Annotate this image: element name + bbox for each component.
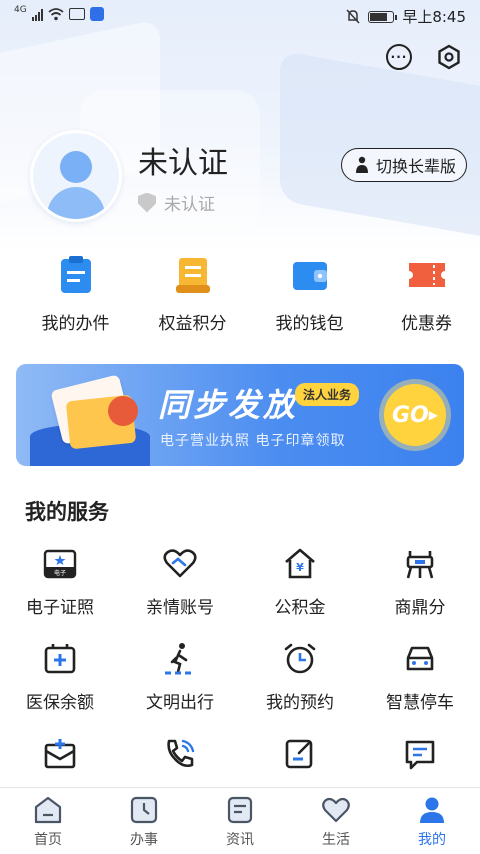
signal-icon <box>31 8 43 21</box>
id-card-badge: 电子 <box>54 569 66 577</box>
elder-mode-label: 切换长辈版 <box>375 157 456 176</box>
tab-label: 生活 <box>322 832 350 848</box>
heart-icon <box>321 795 351 825</box>
quick-item-label: 权益积分 <box>158 314 227 334</box>
id-card-icon: 电子 <box>43 547 77 581</box>
service-label: 电子证照 <box>26 598 94 618</box>
elder-icon <box>355 156 368 173</box>
service-appointments[interactable]: 我的预约 <box>240 638 360 733</box>
clipboard-icon <box>56 255 96 295</box>
edit-note-icon <box>283 737 317 771</box>
tab-label: 办事 <box>130 832 158 848</box>
service-family-account[interactable]: 亲情账号 <box>120 543 240 638</box>
house-yuan-icon: ¥ <box>283 547 317 581</box>
clock-icon <box>129 795 159 825</box>
services-grid: 电子 电子证照 亲情账号 ¥ 公积金 商鼎分 医保余额 文明出行 我的预约 智慧… <box>0 543 480 828</box>
status-time: 早上8:45 <box>402 8 466 26</box>
medical-envelope-icon <box>43 737 77 771</box>
network-type: 4G <box>14 5 27 15</box>
play-icon: ▶ <box>428 408 438 422</box>
battery-icon <box>368 10 398 23</box>
seal-stamp-icon <box>108 396 138 426</box>
heart-handshake-icon <box>163 547 197 581</box>
service-civil-travel[interactable]: 文明出行 <box>120 638 240 733</box>
pedestrian-crossing-icon <box>163 642 197 676</box>
service-label: 商鼎分 <box>394 598 446 618</box>
tab-label: 资讯 <box>226 832 254 848</box>
tab-life[interactable]: 生活 <box>288 788 384 854</box>
banner-subtitle: 电子营业执照 电子印章领取 <box>160 433 346 449</box>
mail-icon <box>68 8 85 20</box>
service-label: 智慧停车 <box>386 693 454 713</box>
banner-title: 同步发放 <box>158 386 299 424</box>
settings-icon[interactable] <box>436 44 462 70</box>
security-app-icon <box>89 7 104 21</box>
quick-item-points[interactable]: 权益积分 <box>139 255 246 334</box>
svg-text:¥: ¥ <box>296 561 304 574</box>
news-icon <box>225 795 255 825</box>
tab-mine[interactable]: 我的 <box>384 788 480 854</box>
go-button[interactable]: GO ▶ <box>384 384 446 446</box>
service-housing-fund[interactable]: ¥ 公积金 <box>240 543 360 638</box>
tab-label: 首页 <box>34 832 62 848</box>
promo-banner[interactable]: 同步发放 法人业务 电子营业执照 电子印章领取 GO ▶ <box>16 364 464 466</box>
service-label: 公积金 <box>274 598 326 618</box>
avatar[interactable] <box>30 130 122 222</box>
quick-item-label: 我的办件 <box>41 314 110 334</box>
status-bar: 4G 早上8:45 <box>0 0 480 34</box>
car-icon <box>403 642 437 676</box>
user-name: 未认证 <box>138 146 228 181</box>
user-icon <box>417 795 447 825</box>
verify-status-label: 未认证 <box>164 195 215 215</box>
quick-item-wallet[interactable]: 我的钱包 <box>256 255 363 334</box>
verify-status[interactable]: 未认证 <box>138 190 215 215</box>
service-label: 我的预约 <box>266 693 334 713</box>
banner-tag: 法人业务 <box>295 383 360 406</box>
service-medical-balance[interactable]: 医保余额 <box>0 638 120 733</box>
tab-label: 我的 <box>418 832 446 848</box>
tab-services[interactable]: 办事 <box>96 788 192 854</box>
phone-icon <box>163 737 197 771</box>
shield-icon <box>138 192 156 213</box>
service-shangding[interactable]: 商鼎分 <box>360 543 480 638</box>
quick-item-label: 优惠券 <box>401 314 452 334</box>
coupon-icon <box>407 255 447 295</box>
mute-bell-icon <box>346 9 360 24</box>
bottom-tab-bar: 首页 办事 资讯 生活 我的 <box>0 787 480 854</box>
tripod-icon <box>403 547 437 581</box>
scroll-icon <box>173 255 213 295</box>
service-e-license[interactable]: 电子 电子证照 <box>0 543 120 638</box>
wifi-icon <box>48 7 64 20</box>
alarm-clock-icon <box>283 642 317 676</box>
service-label: 亲情账号 <box>146 598 214 618</box>
medical-card-icon <box>43 642 77 676</box>
wallet-icon <box>290 255 330 295</box>
quick-item-coupons[interactable]: 优惠券 <box>373 255 480 334</box>
services-title: 我的服务 <box>25 500 109 524</box>
tab-news[interactable]: 资讯 <box>192 788 288 854</box>
quick-item-my-tasks[interactable]: 我的办件 <box>22 255 129 334</box>
message-icon <box>403 737 437 771</box>
home-icon <box>33 795 63 825</box>
service-label: 文明出行 <box>146 693 214 713</box>
go-label: GO <box>392 402 429 428</box>
more-icon[interactable]: ··· <box>386 44 412 70</box>
quick-actions: 我的办件 权益积分 我的钱包 优惠券 <box>0 255 480 334</box>
quick-item-label: 我的钱包 <box>275 314 344 334</box>
tab-home[interactable]: 首页 <box>0 788 96 854</box>
service-label: 医保余额 <box>26 693 94 713</box>
elder-mode-button[interactable]: 切换长辈版 <box>340 148 467 182</box>
service-smart-parking[interactable]: 智慧停车 <box>360 638 480 733</box>
